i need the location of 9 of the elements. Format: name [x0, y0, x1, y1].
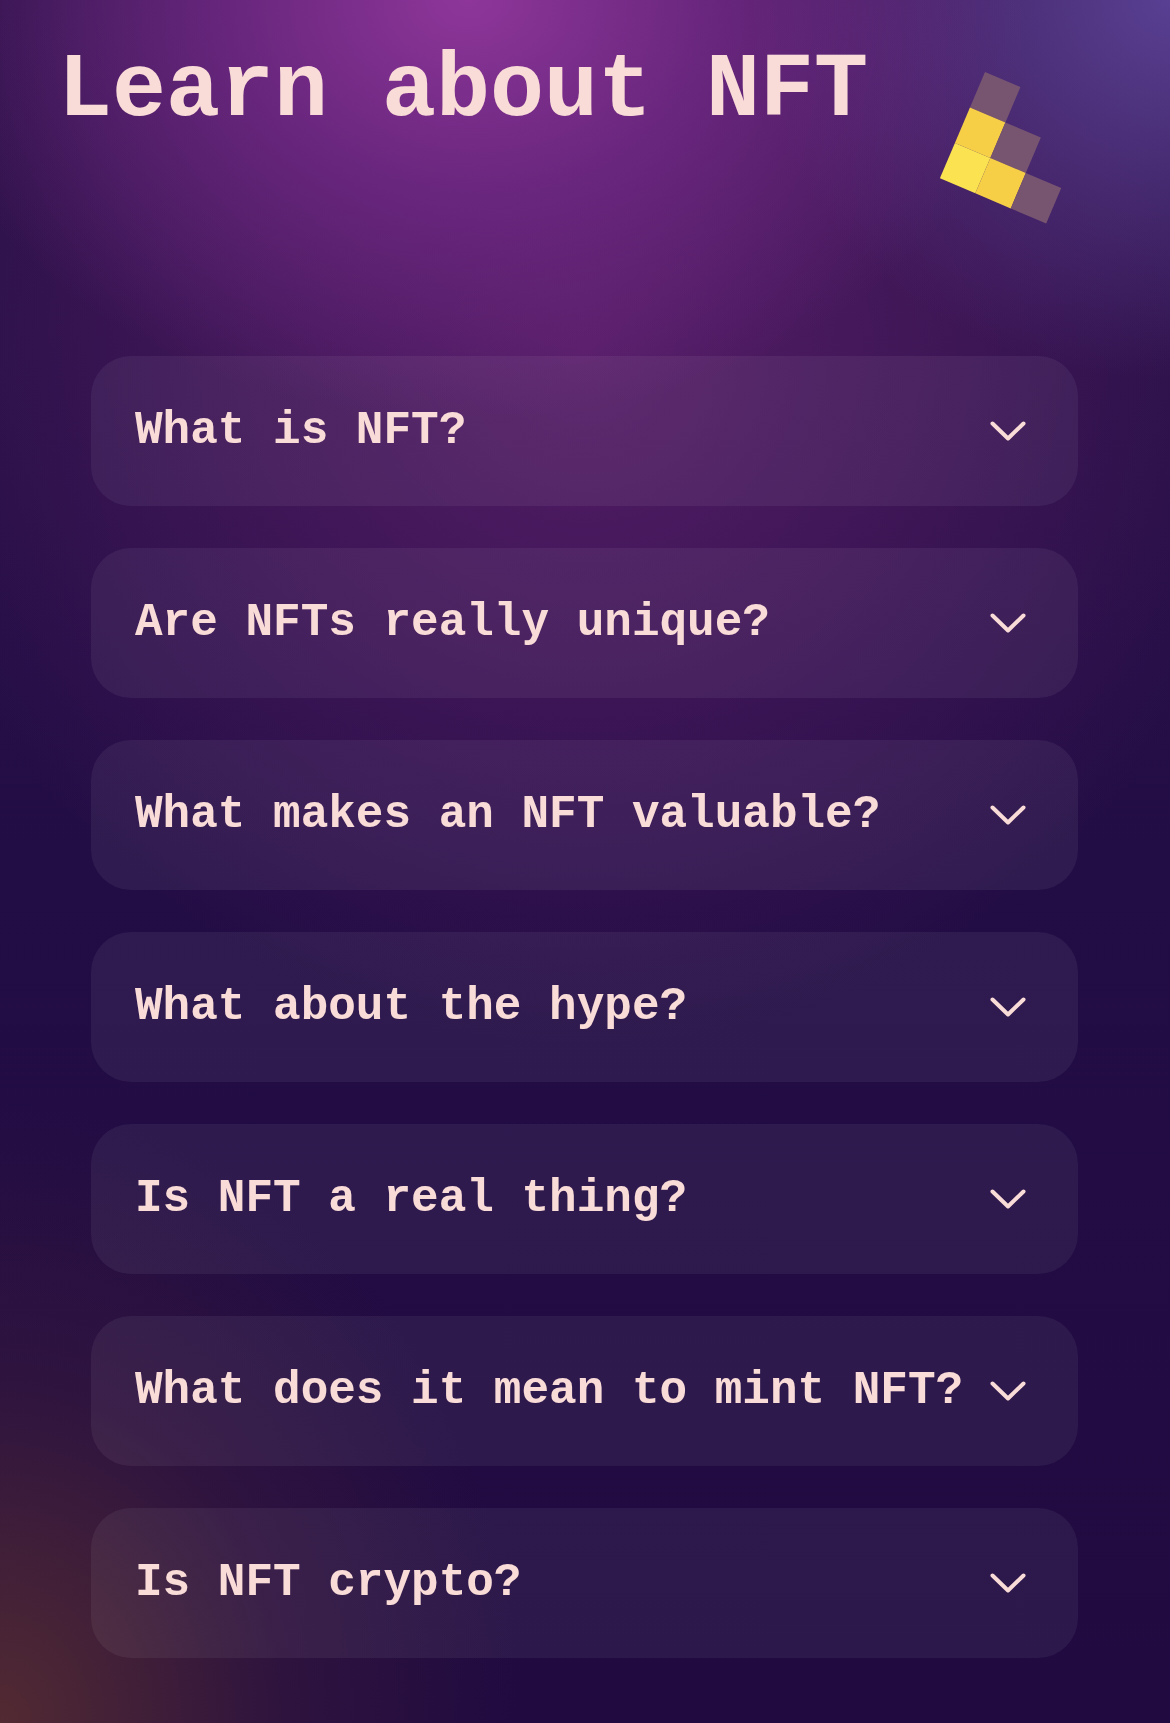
faq-question-button[interactable]: What makes an NFT valuable?	[91, 740, 1078, 890]
page-title: Learn about NFT	[58, 46, 869, 136]
faq-question-button[interactable]: What about the hype?	[91, 932, 1078, 1082]
faq-question-button[interactable]: What does it mean to mint NFT?	[91, 1316, 1078, 1466]
faq-question-button[interactable]: What is NFT?	[91, 356, 1078, 506]
faq-question-button[interactable]: Are NFTs really unique?	[91, 548, 1078, 698]
square-blocks-icon	[940, 72, 1062, 224]
faq-question-button[interactable]: Is NFT crypto?	[91, 1508, 1078, 1658]
faq-question-button[interactable]: Is NFT a real thing?	[91, 1124, 1078, 1274]
